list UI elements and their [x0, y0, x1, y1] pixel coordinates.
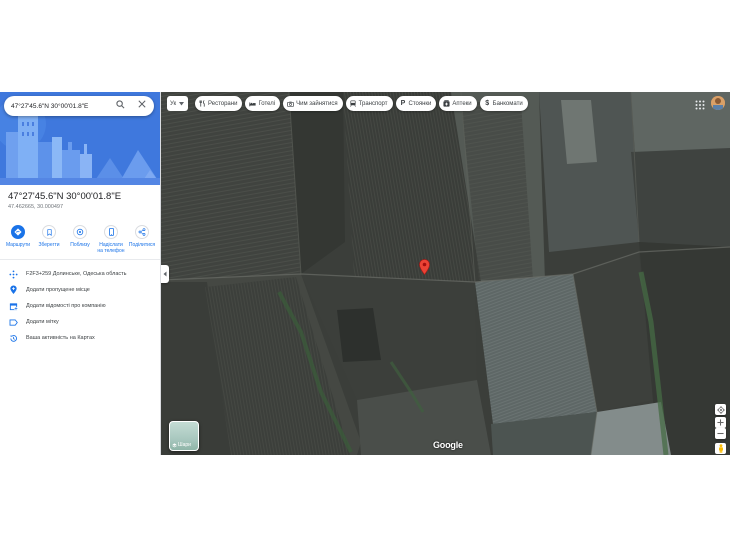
- street-view-pegman[interactable]: [715, 443, 726, 454]
- chip-hotels[interactable]: Готелі: [245, 96, 281, 111]
- pharmacy-icon: [443, 100, 450, 107]
- clear-search-button[interactable]: [138, 100, 150, 112]
- search-button[interactable]: [116, 100, 128, 112]
- save-button[interactable]: Зберегти: [35, 225, 63, 254]
- parking-icon: P: [400, 100, 406, 107]
- chip-transport[interactable]: Транспорт: [345, 96, 393, 111]
- add-place-icon: [9, 285, 17, 295]
- layers-button[interactable]: Шари: [169, 421, 199, 451]
- chip-pharmacies[interactable]: Аптеки: [439, 96, 477, 111]
- minus-icon: [717, 432, 724, 435]
- zoom-out-button[interactable]: [715, 428, 726, 439]
- place-title: 47°27'45.6"N 30°00'01.8"E: [8, 191, 122, 202]
- directions-button[interactable]: Маршрути: [4, 225, 32, 254]
- train-icon: [350, 100, 357, 107]
- chip-restaurants[interactable]: Ресторани: [195, 96, 243, 111]
- directions-icon: [14, 228, 22, 236]
- send-to-phone-button[interactable]: Надіслати на телефон: [97, 225, 125, 254]
- fork-knife-icon: [199, 100, 205, 107]
- close-icon: [138, 100, 146, 108]
- chip-atms[interactable]: $ Банкомати: [479, 96, 528, 111]
- add-missing-place-row[interactable]: Додати пропущене місце: [0, 282, 160, 298]
- zoom-in-button[interactable]: [715, 417, 726, 428]
- map-canvas[interactable]: Ук Ресторани Готелі Чим зайнятися Трансп…: [161, 92, 730, 455]
- search-icon: [116, 100, 125, 109]
- place-coordinates[interactable]: 47.462665, 30.000497: [8, 204, 63, 210]
- action-buttons: Маршрути Зберегти Поблизу Надіслати на т…: [4, 225, 156, 254]
- chevron-down-icon: [179, 101, 185, 105]
- history-icon: [9, 334, 17, 342]
- hero-image: [0, 92, 160, 185]
- avatar-image: [711, 96, 725, 110]
- my-location-button[interactable]: [715, 404, 726, 415]
- share-icon: [138, 228, 146, 236]
- language-selector[interactable]: Ук: [167, 96, 188, 111]
- location-pin-icon[interactable]: [419, 259, 430, 275]
- category-chips: Ресторани Готелі Чим зайнятися Транспорт…: [195, 96, 528, 111]
- google-logo: Google: [433, 440, 463, 450]
- chevron-left-icon: [163, 271, 167, 277]
- pegman-icon: [718, 444, 723, 453]
- side-panel: 47°27'45.6"N 30°00'01.8"E 47.462665, 30.…: [0, 92, 161, 455]
- nearby-button[interactable]: Поблизу: [66, 225, 94, 254]
- maps-app: 47°27'45.6"N 30°00'01.8"E 47.462665, 30.…: [0, 92, 730, 455]
- atm-icon: $: [485, 100, 490, 107]
- google-apps-button[interactable]: [695, 97, 705, 110]
- maps-activity-row[interactable]: Ваша активність на Картах: [0, 330, 160, 346]
- crosshair-icon: [716, 405, 725, 414]
- search-box[interactable]: [4, 96, 154, 116]
- bed-icon: [249, 101, 257, 106]
- business-icon: [9, 302, 18, 310]
- grid-icon: [695, 100, 705, 110]
- layers-icon: [172, 442, 177, 447]
- collapse-panel-button[interactable]: [161, 265, 169, 283]
- nearby-icon: [76, 228, 84, 236]
- add-business-row[interactable]: Додати відомості про компанію: [0, 298, 160, 314]
- satellite-imagery: [161, 92, 730, 455]
- label-icon: [9, 318, 18, 326]
- plus-code-icon: [8, 269, 18, 279]
- plus-icon: [717, 419, 724, 426]
- section-divider: [0, 259, 160, 260]
- chip-things-to-do[interactable]: Чим зайнятися: [283, 96, 343, 111]
- camera-icon: [287, 101, 295, 107]
- search-input[interactable]: [11, 102, 111, 110]
- account-avatar[interactable]: [711, 96, 725, 110]
- plus-code-row[interactable]: F2F3+259 Долинське, Одеська область: [0, 266, 160, 282]
- chip-parking[interactable]: P Стоянки: [395, 96, 437, 111]
- bookmark-icon: [46, 228, 52, 236]
- phone-icon: [108, 228, 114, 236]
- add-label-row[interactable]: Додати мітку: [0, 314, 160, 330]
- share-button[interactable]: Поділитися: [128, 225, 156, 254]
- place-info-list: F2F3+259 Долинське, Одеська область Дода…: [0, 266, 160, 346]
